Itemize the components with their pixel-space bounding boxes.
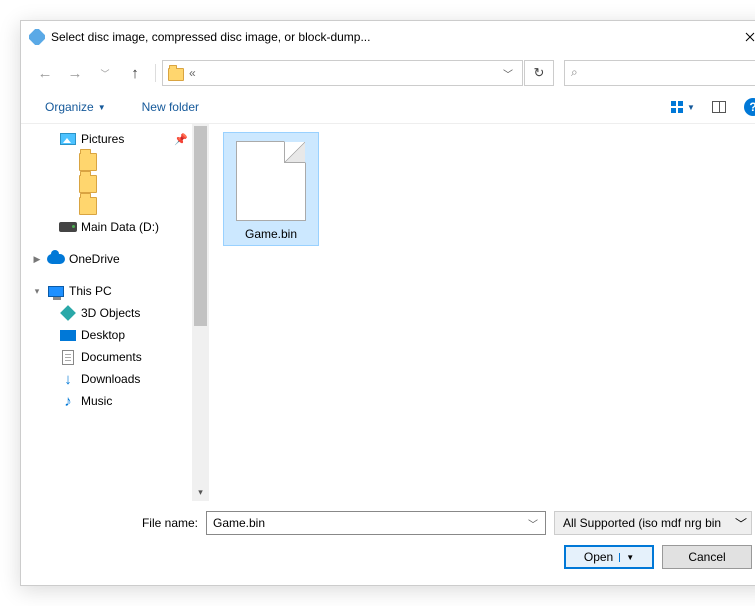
desktop-icon	[59, 326, 77, 344]
new-folder-button[interactable]: New folder	[138, 98, 203, 116]
file-item[interactable]: Game.bin	[223, 132, 319, 246]
chevron-icon[interactable]: ▾	[31, 286, 43, 297]
organize-label: Organize	[45, 100, 94, 114]
file-icon	[236, 141, 306, 221]
address-text: «	[189, 66, 498, 80]
file-open-dialog: Select disc image, compressed disc image…	[20, 20, 755, 586]
tree-item[interactable]: ↓ Downloads	[21, 368, 192, 390]
toolbar: Organize ▼ New folder ▼ ?	[21, 93, 755, 124]
file-type-filter[interactable]: All Supported (iso mdf nrg bin ﹀	[554, 511, 752, 535]
download-icon: ↓	[59, 370, 77, 388]
filename-value: Game.bin	[213, 516, 525, 530]
tree-item[interactable]	[21, 172, 192, 194]
help-button[interactable]: ?	[744, 98, 755, 116]
folder-icon	[167, 64, 185, 82]
cloud-icon	[47, 250, 65, 268]
forward-button[interactable]: →	[61, 59, 89, 87]
chevron-down-icon[interactable]: ▼	[619, 553, 634, 562]
tree-item-label: Documents	[81, 350, 192, 364]
refresh-button[interactable]: ↻	[524, 60, 554, 86]
folder-big-icon	[79, 152, 97, 170]
open-button[interactable]: Open ▼	[564, 545, 654, 569]
pictures-icon	[59, 130, 77, 148]
chevron-down-icon[interactable]: ﹀	[735, 515, 747, 532]
filename-label: File name:	[43, 516, 198, 530]
tree-item[interactable]	[21, 194, 192, 216]
doc-icon	[59, 348, 77, 366]
app-icon	[29, 29, 45, 45]
window-title: Select disc image, compressed disc image…	[51, 30, 370, 44]
navigation-tree[interactable]: Pictures 📌 Main Data (D:) ▶ OneDrive ▾ This PC…	[21, 124, 209, 501]
address-dropdown-icon[interactable]: ﹀	[498, 66, 518, 81]
tree-item-label: Main Data (D:)	[81, 220, 192, 234]
close-button[interactable]	[727, 22, 755, 52]
cancel-label: Cancel	[688, 550, 725, 564]
tree-item-label: OneDrive	[69, 252, 192, 266]
chevron-down-icon: ▼	[687, 103, 695, 112]
tree-item-label: This PC	[69, 284, 192, 298]
preview-pane-icon	[712, 101, 726, 113]
preview-pane-button[interactable]	[704, 96, 734, 118]
new-folder-label: New folder	[142, 100, 199, 114]
chevron-icon[interactable]: ▶	[31, 254, 43, 265]
file-label: Game.bin	[228, 227, 314, 241]
tree-item-label: 3D Objects	[81, 306, 192, 320]
tree-item[interactable]: Main Data (D:)	[21, 216, 192, 238]
scrollbar-thumb[interactable]	[194, 126, 207, 326]
tree-item[interactable]: 3D Objects	[21, 302, 192, 324]
tree-item-label: Music	[81, 394, 192, 408]
address-bar[interactable]: « ﹀	[162, 60, 523, 86]
tree-item[interactable]: ▶ OneDrive	[21, 248, 192, 270]
tree-item[interactable]: ♪ Music	[21, 390, 192, 412]
tree-item-label: Downloads	[81, 372, 192, 386]
organize-menu[interactable]: Organize ▼	[41, 98, 110, 116]
pc-icon	[47, 282, 65, 300]
chevron-down-icon[interactable]: ﹀	[525, 516, 541, 531]
chevron-down-icon: ▼	[98, 103, 106, 112]
tree-item-label: Desktop	[81, 328, 192, 342]
tree-item[interactable]: Pictures 📌	[21, 128, 192, 150]
tree-item-label: Pictures	[81, 132, 170, 146]
titlebar: Select disc image, compressed disc image…	[21, 21, 755, 53]
footer: File name: Game.bin ﹀ All Supported (iso…	[21, 501, 755, 585]
recent-locations-button[interactable]: ﹀	[91, 59, 119, 87]
grid-icon	[671, 101, 683, 113]
3d-icon	[59, 304, 77, 322]
tree-item[interactable]: Desktop	[21, 324, 192, 346]
file-list[interactable]: Game.bin	[209, 124, 755, 501]
folder-big-icon	[79, 174, 97, 192]
navigation-bar: ← → ﹀ ↑ « ﹀ ↻ ⌕	[21, 53, 755, 93]
music-icon: ♪	[59, 392, 77, 410]
tree-item[interactable]: Documents	[21, 346, 192, 368]
open-label: Open	[584, 550, 613, 564]
up-button[interactable]: ↑	[121, 59, 149, 87]
search-input[interactable]: ⌕	[564, 60, 755, 86]
change-view-button[interactable]: ▼	[668, 96, 698, 118]
tree-item[interactable]: ▾ This PC	[21, 280, 192, 302]
filter-value: All Supported (iso mdf nrg bin	[563, 516, 735, 530]
scroll-down-arrow[interactable]: ▾	[192, 484, 209, 501]
drive-icon	[59, 218, 77, 236]
dialog-body: Pictures 📌 Main Data (D:) ▶ OneDrive ▾ This PC…	[21, 124, 755, 501]
pin-icon: 📌	[174, 133, 188, 146]
cancel-button[interactable]: Cancel	[662, 545, 752, 569]
back-button[interactable]: ←	[31, 59, 59, 87]
search-icon: ⌕	[571, 65, 578, 80]
folder-big-icon	[79, 196, 97, 214]
scrollbar-track[interactable]: ▾	[192, 124, 209, 501]
tree-item[interactable]	[21, 150, 192, 172]
filename-input[interactable]: Game.bin ﹀	[206, 511, 546, 535]
